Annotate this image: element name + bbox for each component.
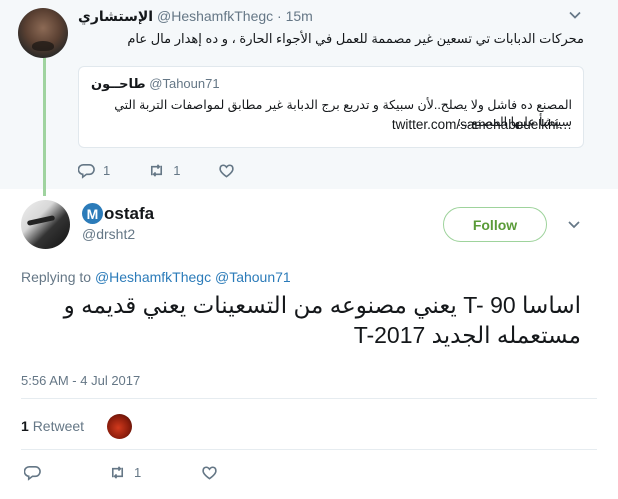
retweet-button[interactable]: 1 xyxy=(109,464,141,481)
parent-tweet-time[interactable]: 15m xyxy=(286,8,313,24)
tweet-timestamp[interactable]: 5:56 AM - 4 Jul 2017 xyxy=(21,373,140,388)
heart-icon xyxy=(219,163,235,178)
follow-button[interactable]: Follow xyxy=(443,207,547,242)
retweets-count: 1 xyxy=(21,418,29,434)
main-tweet-text: اساسا T- 90 يعني مصنوعه من التسعينات يعن… xyxy=(63,292,581,348)
retweet-button[interactable]: 1 xyxy=(148,162,180,179)
main-avatar[interactable] xyxy=(21,200,70,249)
thread-connector xyxy=(43,58,46,196)
replying-prefix: Replying to xyxy=(21,269,92,285)
retweet-count: 1 xyxy=(173,162,181,178)
retweet-icon xyxy=(111,465,124,479)
parent-avatar[interactable] xyxy=(18,8,68,58)
retweeter-avatar[interactable] xyxy=(107,414,132,439)
parent-tweet-header: الإستشاري @HeshamfkThegc · 15m xyxy=(78,8,313,25)
parent-tweet-text: محركات الدبابات تي تسعين غير مصممة للعمل… xyxy=(127,31,584,46)
reply-icon xyxy=(78,163,95,179)
retweet-count: 1 xyxy=(134,464,142,480)
mention-link[interactable]: @HeshamfkThegc xyxy=(95,269,211,285)
divider xyxy=(21,449,597,450)
quoted-tweet-link[interactable]: twitter.com/samehabouelkhi… xyxy=(392,117,572,132)
parent-author-handle[interactable]: @HeshamfkThegc xyxy=(157,8,273,24)
main-action-bar: 1 xyxy=(24,462,286,482)
quoted-tweet[interactable]: طاحــون @Tahoun71 المصنع ده فاشل ولا يصل… xyxy=(78,66,584,148)
quoted-author-name: طاحــون xyxy=(91,76,146,91)
replying-to: Replying to @HeshamfkThegc @Tahoun71 xyxy=(21,269,291,285)
main-author-handle[interactable]: @drsht2 xyxy=(82,226,135,242)
reply-icon xyxy=(24,465,41,481)
name-initial-badge: M xyxy=(82,203,103,224)
main-author-name-rest: ostafa xyxy=(104,203,155,223)
retweet-icon xyxy=(151,163,163,177)
main-author-name[interactable]: M ostafa xyxy=(82,203,154,224)
quoted-tweet-header: طاحــون @Tahoun71 xyxy=(91,76,220,92)
reply-count: 1 xyxy=(103,162,111,178)
retweet-stats[interactable]: 1 Retweet xyxy=(21,418,84,434)
reply-button[interactable]: 1 xyxy=(78,162,110,179)
quoted-author-handle: @Tahoun71 xyxy=(149,76,220,91)
reply-button[interactable] xyxy=(24,464,49,481)
divider xyxy=(21,398,597,399)
like-button[interactable] xyxy=(201,464,226,481)
mention-link[interactable]: @Tahoun71 xyxy=(215,269,291,285)
chevron-down-icon[interactable] xyxy=(566,218,582,232)
parent-action-bar: 1 1 xyxy=(78,160,281,180)
parent-separator: · xyxy=(277,8,282,24)
retweets-label: Retweet xyxy=(32,418,85,434)
like-button[interactable] xyxy=(218,162,243,179)
heart-icon xyxy=(202,465,217,480)
parent-author-name[interactable]: الإستشاري xyxy=(78,8,153,24)
chevron-down-icon[interactable] xyxy=(568,8,582,22)
